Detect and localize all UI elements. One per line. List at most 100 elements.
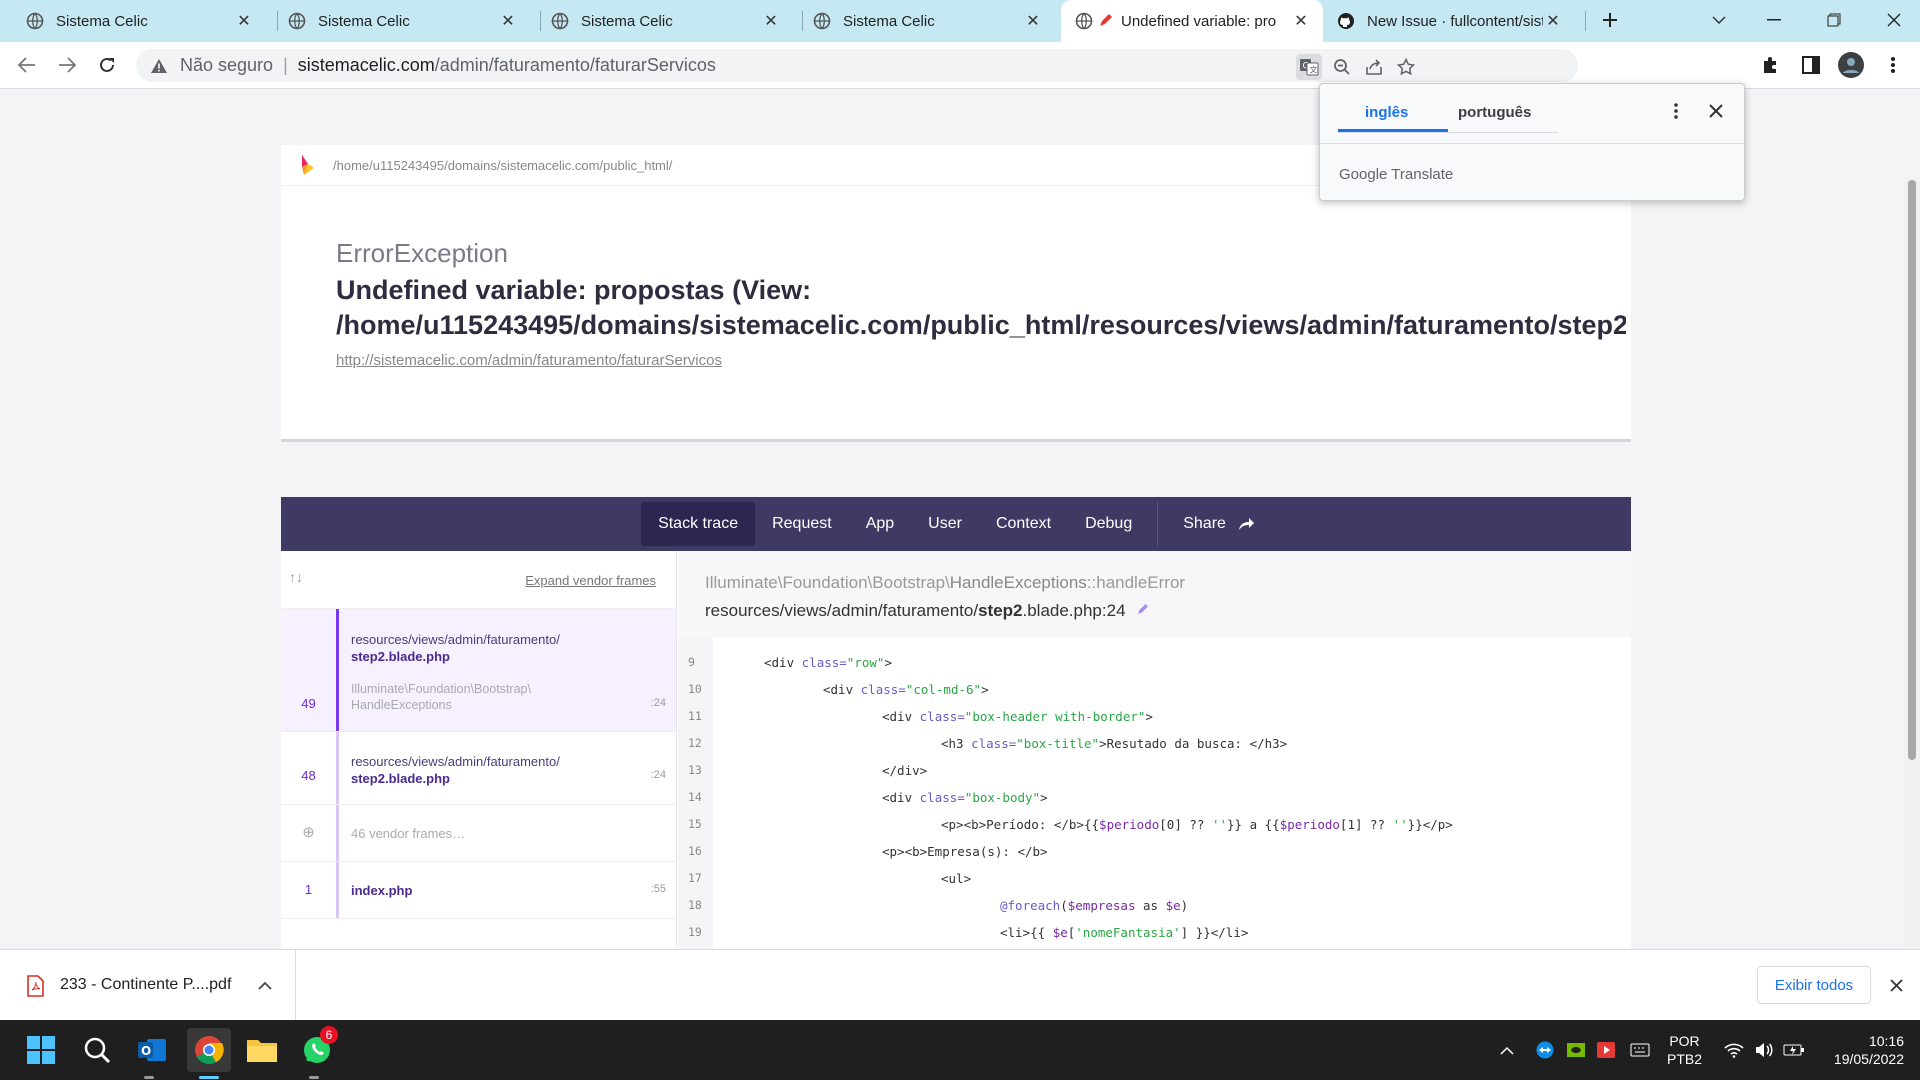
frame-nav-arrows-icon[interactable]: ↑↓ (289, 569, 303, 585)
request-url-link[interactable]: http://sistemacelic.com/admin/faturament… (336, 352, 722, 369)
frame-row[interactable]: resources/views/admin/faturamento/step2.… (281, 731, 676, 804)
keyboard-tray[interactable] (1628, 1030, 1652, 1070)
nvidia-tray[interactable] (1564, 1030, 1588, 1070)
teamviewer-tray[interactable] (1533, 1030, 1557, 1070)
side-panel-button[interactable] (1797, 51, 1825, 79)
translate-popup: inglês português Google Translate (1319, 83, 1745, 201)
minimize-button[interactable] (1749, 0, 1799, 40)
chevron-down-icon (1712, 16, 1726, 25)
input-language[interactable]: POR PTB2 (1667, 1032, 1702, 1068)
tab-user[interactable]: User (911, 502, 979, 546)
expand-vendor-frames-link[interactable]: Expand vendor frames (525, 573, 656, 588)
bookmark-star-icon[interactable] (1393, 54, 1419, 80)
search-icon (84, 1037, 111, 1064)
new-tab-button[interactable] (1585, 0, 1635, 40)
vendor-frames-row[interactable]: ⊕ 46 vendor frames… (281, 804, 676, 861)
forward-button[interactable] (50, 48, 84, 82)
close-icon[interactable] (1890, 979, 1903, 992)
exception-message: Undefined variable: propostas (View: /ho… (336, 273, 1626, 343)
show-hidden-icons[interactable] (1495, 1030, 1519, 1070)
chrome-app[interactable] (187, 1028, 231, 1072)
security-label[interactable]: Não seguro (180, 55, 273, 76)
wifi-icon[interactable] (1722, 1030, 1746, 1070)
close-tab-icon[interactable]: ✕ (1023, 11, 1043, 31)
volume-icon[interactable] (1752, 1030, 1776, 1070)
close-tab-icon[interactable]: ✕ (761, 11, 781, 31)
extensions-button[interactable] (1757, 51, 1785, 79)
tab-request[interactable]: Request (755, 502, 849, 546)
line-text: <div class="box-body"> (882, 790, 1048, 805)
frame-line: :55 (650, 883, 666, 895)
pencil-icon (1100, 14, 1112, 26)
close-window-button[interactable] (1869, 0, 1919, 40)
restore-button[interactable] (1809, 0, 1859, 40)
share-icon[interactable] (1361, 54, 1387, 80)
line-number: 13 (688, 763, 702, 777)
tab-search-button[interactable] (1694, 0, 1744, 40)
tab-debug[interactable]: Debug (1068, 502, 1149, 546)
download-item[interactable]: 233 - Continente P....pdf (0, 950, 296, 1021)
line-number: 14 (688, 790, 702, 804)
close-tab-icon[interactable]: ✕ (498, 11, 518, 31)
translate-icon[interactable]: G文 (1296, 54, 1322, 80)
svg-text:O: O (141, 1044, 151, 1058)
side-panel-icon (1802, 56, 1820, 74)
share-arrow-icon (1238, 518, 1254, 530)
address-bar[interactable]: Não seguro | sistemacelic.com /admin/fat… (136, 49, 1578, 82)
back-button[interactable] (10, 48, 44, 82)
code-header: Illuminate\Foundation\Bootstrap\HandleEx… (678, 551, 1631, 637)
frame-file: resources/views/admin/faturamento/step2.… (351, 632, 560, 664)
windows-logo-icon (27, 1036, 55, 1064)
search-button[interactable] (77, 1030, 117, 1070)
tab-context[interactable]: Context (979, 502, 1068, 546)
close-tab-icon[interactable]: ✕ (234, 11, 254, 31)
close-tab-icon[interactable]: ✕ (1291, 11, 1311, 31)
tab-title: Sistema Celic (318, 12, 410, 30)
start-button[interactable] (21, 1030, 61, 1070)
tab-undefined-variable[interactable]: Undefined variable: pro ✕ (1061, 0, 1323, 42)
chrome-menu-button[interactable] (1879, 51, 1907, 79)
minimize-icon (1767, 19, 1781, 21)
share-arrow-icon (1366, 59, 1382, 75)
share-button[interactable]: Share (1166, 502, 1271, 546)
frame-number: 49 (301, 696, 316, 711)
tab-stack-trace[interactable]: Stack trace (641, 502, 756, 546)
outlook-app[interactable]: O (132, 1030, 172, 1070)
zoom-icon[interactable] (1329, 54, 1355, 80)
file-explorer-app[interactable] (242, 1030, 282, 1070)
close-tab-icon[interactable]: ✕ (1543, 11, 1563, 31)
code-line: 19 <li>{{ $e['nomeFantasia'] }}</li> (678, 919, 1631, 946)
reload-button[interactable] (90, 48, 124, 82)
lang-english-tab[interactable]: inglês (1365, 104, 1408, 121)
exception-message-line2: /home/u115243495/domains/sistemacelic.co… (336, 310, 1626, 340)
line-number: 18 (688, 898, 702, 912)
edit-pencil-icon[interactable] (1136, 602, 1150, 616)
tab-sistema-celic-2[interactable]: Sistema Celic ✕ (278, 0, 530, 42)
tab-sistema-celic-1[interactable]: Sistema Celic ✕ (0, 0, 266, 42)
frame-row-selected[interactable]: resources/views/admin/faturamento/step2.… (281, 608, 676, 731)
battery-icon[interactable] (1782, 1030, 1806, 1070)
code-line: 14 <div class="box-body"> (678, 784, 1631, 811)
profile-avatar[interactable] (1837, 51, 1865, 79)
recorder-tray[interactable] (1594, 1030, 1618, 1070)
tab-sistema-celic-3[interactable]: Sistema Celic ✕ (541, 0, 793, 42)
close-icon[interactable] (1709, 104, 1723, 118)
page-scrollbar[interactable] (1904, 178, 1920, 949)
kebab-menu-icon[interactable] (1674, 102, 1678, 120)
translate-glyph-icon: G文 (1300, 59, 1319, 76)
browser-toolbar: Não seguro | sistemacelic.com /admin/fat… (0, 42, 1920, 89)
line-number: 15 (688, 817, 702, 831)
tab-sistema-celic-4[interactable]: Sistema Celic ✕ (803, 0, 1055, 42)
tab-new-issue[interactable]: New Issue · fullcontent/sist ✕ (1323, 0, 1575, 42)
whatsapp-app[interactable]: 6 (297, 1026, 338, 1070)
line-text: <h3 class="box-title">Resutado da busca:… (941, 736, 1288, 751)
frame-row[interactable]: 1 index.php :55 (281, 861, 676, 918)
show-all-downloads-button[interactable]: Exibir todos (1757, 966, 1871, 1004)
scrollbar-thumb[interactable] (1908, 180, 1916, 760)
clock[interactable]: 10:16 19/05/2022 (1818, 1032, 1904, 1068)
chevron-up-icon[interactable] (258, 981, 272, 990)
tab-app[interactable]: App (849, 502, 911, 546)
code-line: 10 <div class="col-md-6"> (678, 676, 1631, 703)
lang-portuguese-tab[interactable]: português (1458, 104, 1531, 121)
line-text: <p><b>Empresa(s): </b> (882, 844, 1048, 859)
